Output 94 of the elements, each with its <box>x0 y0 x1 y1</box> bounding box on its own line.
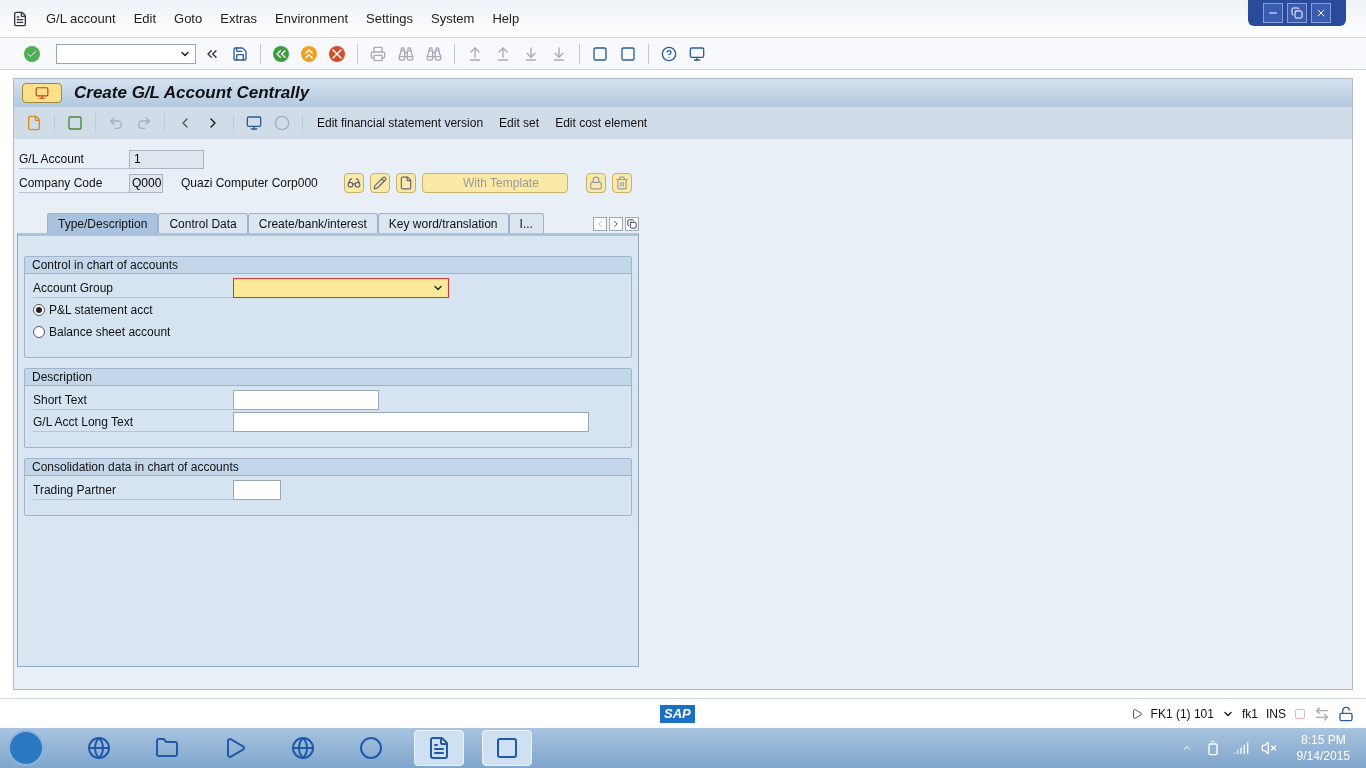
field-label: Trading Partner <box>33 480 233 500</box>
help-icon <box>661 45 677 62</box>
sap-logo: SAP <box>660 704 695 723</box>
transaction-code: fk1 <box>1241 705 1258 723</box>
toolbar-text-button[interactable]: Edit financial statement version <box>311 114 490 132</box>
save-icon <box>232 45 248 62</box>
group-title: Consolidation data in chart of accounts <box>25 459 631 476</box>
unlock-icon[interactable] <box>1338 705 1354 722</box>
command-field[interactable] <box>56 43 196 64</box>
tab-list-button[interactable] <box>625 217 639 231</box>
tab[interactable]: I... <box>508 213 544 233</box>
radio-label: P&L statement acct <box>49 302 153 319</box>
screen-icon <box>35 86 49 100</box>
document-icon <box>427 736 451 760</box>
radio-label: Balance sheet account <box>49 324 171 341</box>
glasses-icon <box>347 176 361 190</box>
company-name: Quazi Computer Corp000 <box>181 175 319 192</box>
windows-icon <box>627 219 637 229</box>
company-code-field[interactable]: Q000 <box>129 173 163 193</box>
volume-muted-icon[interactable] <box>1260 740 1277 756</box>
folder-icon <box>155 736 179 760</box>
radio-button[interactable] <box>33 326 45 338</box>
expand-status-icon[interactable] <box>1130 707 1143 720</box>
signal-icon[interactable] <box>1232 740 1249 756</box>
create-button[interactable] <box>396 173 416 193</box>
restore-button[interactable] <box>1287 3 1307 23</box>
first-page-icon <box>467 45 483 62</box>
screen-menu-button[interactable] <box>22 83 62 103</box>
print-icon <box>370 45 386 62</box>
cancel-icon <box>329 45 345 62</box>
close-icon <box>1315 7 1327 19</box>
field-label: Short Text <box>33 390 233 410</box>
group-title: Description <box>25 369 631 386</box>
start-button[interactable] <box>8 730 44 766</box>
menu-item[interactable]: Help <box>492 8 520 29</box>
scroll-tabs-left-button[interactable] <box>593 217 607 231</box>
tab[interactable]: Type/Description <box>47 213 159 233</box>
group-title: Control in chart of accounts <box>25 257 631 274</box>
previous-page-icon <box>495 45 511 62</box>
tab[interactable]: Create/bank/interest <box>247 213 378 233</box>
pencil-icon <box>373 176 387 190</box>
menu-item[interactable]: System <box>431 8 475 29</box>
toolbar-text-button[interactable]: Edit set <box>493 114 546 132</box>
find-next-icon <box>426 45 442 62</box>
menu-item[interactable]: Environment <box>275 8 349 29</box>
tab[interactable]: Control Data <box>158 213 248 233</box>
menu-item[interactable]: Edit <box>133 8 157 29</box>
edit-button[interactable] <box>370 173 390 193</box>
enter-icon <box>24 45 40 62</box>
redo-icon <box>136 115 152 131</box>
radio-button[interactable] <box>33 304 45 316</box>
find-icon <box>398 45 414 62</box>
minimize-button[interactable] <box>1263 3 1283 23</box>
session-info[interactable]: FK1 (1) 101 <box>1150 704 1214 723</box>
menu-item[interactable]: G/L account <box>46 8 116 29</box>
field-label: Account Group <box>33 278 233 298</box>
undo-icon <box>108 115 124 131</box>
last-page-icon <box>551 45 567 62</box>
tab[interactable]: Key word/translation <box>377 213 509 233</box>
taskbar-app[interactable] <box>482 730 532 766</box>
globe-icon <box>87 736 111 760</box>
menu-item[interactable]: Settings <box>366 8 414 29</box>
taskbar-app[interactable] <box>414 730 464 766</box>
document-icon <box>399 176 413 190</box>
transfer-icon <box>1314 705 1330 722</box>
account-group-dropdown[interactable] <box>233 278 449 298</box>
insert-mode: INS <box>1266 705 1286 723</box>
restore-icon <box>1291 7 1303 19</box>
menu-item[interactable]: Extras <box>220 8 258 29</box>
input-field[interactable] <box>233 480 281 500</box>
screen-title: Create G/L Account Centrally <box>74 82 310 105</box>
system-menu-icon[interactable] <box>12 10 28 27</box>
input-field[interactable] <box>233 390 379 410</box>
trash-icon <box>615 176 629 190</box>
input-field[interactable] <box>233 412 589 432</box>
close-button[interactable] <box>1311 3 1331 23</box>
delete-button[interactable] <box>612 173 632 193</box>
field-label: G/L Acct Long Text <box>33 412 233 432</box>
menu-item[interactable]: Goto <box>174 8 203 29</box>
paste-icon <box>26 115 42 131</box>
back-icon <box>273 45 289 62</box>
next-page-icon <box>523 45 539 62</box>
lock-button[interactable] <box>586 173 606 193</box>
lock-icon <box>589 176 603 190</box>
display-button[interactable] <box>344 173 364 193</box>
layout-icon <box>689 45 705 62</box>
exit-icon <box>301 45 317 62</box>
globe-icon <box>291 736 315 760</box>
scroll-tabs-right-button[interactable] <box>609 217 623 231</box>
status-indicator-icon <box>1294 707 1306 720</box>
gl-account-field[interactable]: 1 <box>129 149 204 169</box>
toolbar-text-button[interactable]: Edit cost element <box>549 114 654 132</box>
circle-icon <box>359 736 383 760</box>
square-icon <box>495 736 519 760</box>
